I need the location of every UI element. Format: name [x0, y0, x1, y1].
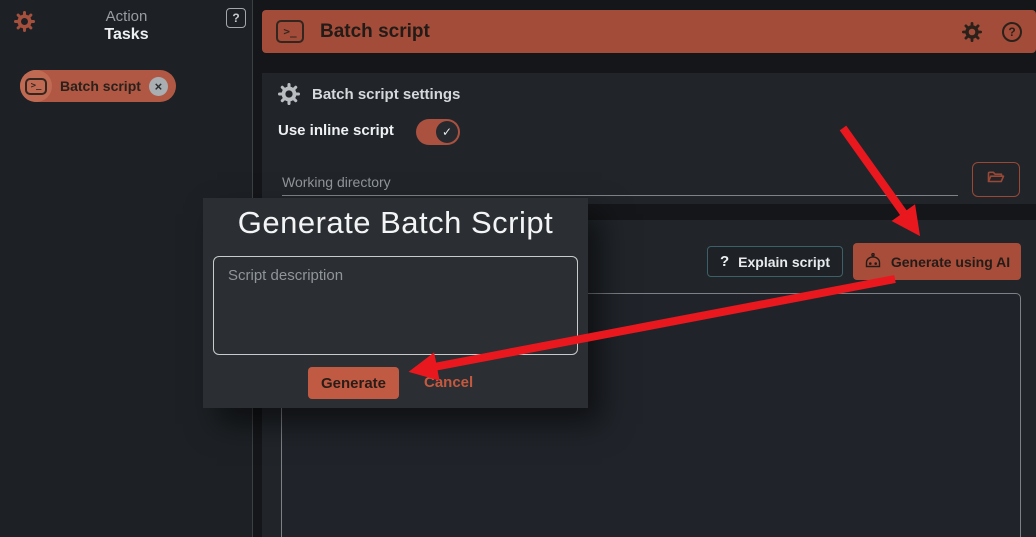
generate-button[interactable]: Generate [308, 367, 399, 399]
settings-section-title: Batch script settings [312, 85, 461, 103]
generate-using-ai-button[interactable]: Generate using AI [853, 243, 1021, 280]
inline-script-row: Use inline script ✓ [278, 119, 460, 145]
inline-script-toggle[interactable]: ✓ [416, 119, 460, 145]
header-gear-icon[interactable] [962, 21, 982, 42]
dialog-title: Generate Batch Script [237, 205, 554, 240]
task-chip-batch-script[interactable]: >_ Batch script × [20, 70, 176, 102]
sidebar-title: Tasks [104, 26, 149, 43]
explain-script-button[interactable]: ? Explain script [707, 246, 843, 277]
browse-folder-button[interactable] [972, 162, 1020, 197]
page-title: Batch script [320, 20, 430, 42]
toggle-check-icon: ✓ [436, 121, 458, 143]
generate-batch-script-dialog: Generate Batch Script Generate Cancel [203, 198, 588, 408]
sidebar-help-icon[interactable]: ? [226, 8, 246, 28]
folder-icon [986, 169, 1006, 190]
chip-close-icon[interactable]: × [148, 76, 168, 96]
working-directory-input[interactable] [282, 169, 958, 196]
chip-label: Batch script [60, 78, 141, 94]
generate-ai-label: Generate using AI [890, 253, 1011, 270]
settings-gear-icon [278, 83, 300, 105]
sidebar-header: Action Tasks [0, 8, 253, 44]
robot-icon [864, 252, 882, 271]
terminal-icon: >_ [276, 20, 304, 43]
settings-card: Batch script settings Use inline script … [262, 73, 1036, 204]
header-help-icon[interactable]: ? [1002, 21, 1022, 42]
cancel-button[interactable]: Cancel [424, 374, 473, 391]
question-icon: ? [720, 253, 730, 270]
settings-section-header: Batch script settings [278, 83, 460, 105]
help-glyph: ? [232, 11, 240, 25]
main-header: >_ Batch script ? [262, 10, 1036, 53]
inline-script-label: Use inline script [278, 122, 394, 139]
terminal-icon: >_ [25, 77, 47, 95]
explain-script-label: Explain script [738, 253, 830, 270]
sidebar-subtitle: Action [105, 8, 148, 25]
script-description-input[interactable] [213, 256, 578, 355]
chip-icon-cap: >_ [20, 70, 52, 102]
